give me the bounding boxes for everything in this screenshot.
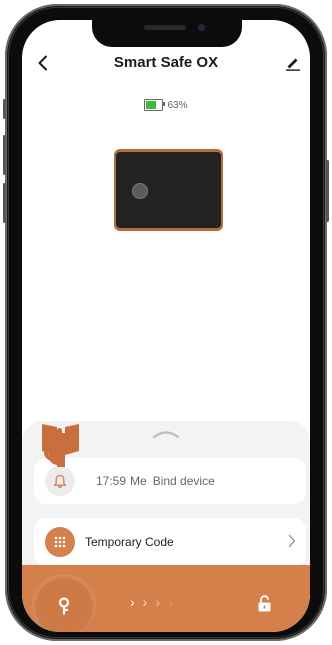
slide-chevron: ›	[168, 594, 173, 610]
pencil-icon	[286, 58, 300, 71]
temporary-code-label: Temporary Code	[85, 535, 174, 549]
log-icon-circle	[45, 466, 75, 496]
pointing-hand-icon	[42, 424, 79, 467]
log-event: Bind device	[152, 474, 215, 488]
safe-image	[114, 149, 223, 231]
slide-chevron: ›	[130, 594, 135, 610]
front-camera	[198, 24, 205, 31]
log-user: Me	[130, 474, 147, 488]
log-time: 17:59	[96, 474, 127, 488]
temporary-code-item[interactable]: Temporary Code	[34, 518, 306, 566]
key-icon	[58, 597, 70, 615]
edit-button[interactable]	[282, 52, 304, 74]
battery-percent: 63%	[167, 99, 188, 111]
unlock-icon	[258, 595, 271, 612]
temporary-code-icon-circle	[45, 527, 75, 557]
phone-notch	[92, 20, 242, 47]
keypad-icon	[54, 536, 66, 548]
battery-icon	[144, 99, 166, 111]
back-button[interactable]	[32, 52, 54, 74]
slide-chevron: ›	[155, 594, 161, 610]
battery-status: 63%	[22, 99, 310, 111]
safe-door	[116, 152, 221, 228]
page-title: Smart Safe OX	[113, 54, 219, 71]
phone-power-button	[326, 160, 329, 222]
unlock-key-button[interactable]	[36, 578, 92, 632]
sheet-handle-icon[interactable]	[153, 429, 179, 438]
app-screen: Smart Safe OX 63% 17:59 Me Bind device T…	[22, 20, 310, 632]
safe-knob	[132, 183, 148, 199]
phone-volume-down	[3, 183, 6, 223]
slide-chevrons: › › › ›	[130, 595, 173, 609]
slide-chevron: ›	[142, 594, 148, 610]
chevron-right-icon	[288, 534, 296, 548]
phone-mute-switch	[3, 99, 6, 119]
speaker-grille	[144, 25, 186, 30]
slide-to-unlock-bar[interactable]: › › › ›	[22, 565, 310, 632]
bell-icon	[53, 474, 67, 488]
phone-volume-up	[3, 135, 6, 175]
chevron-left-icon	[38, 55, 47, 71]
battery-level	[146, 101, 156, 109]
